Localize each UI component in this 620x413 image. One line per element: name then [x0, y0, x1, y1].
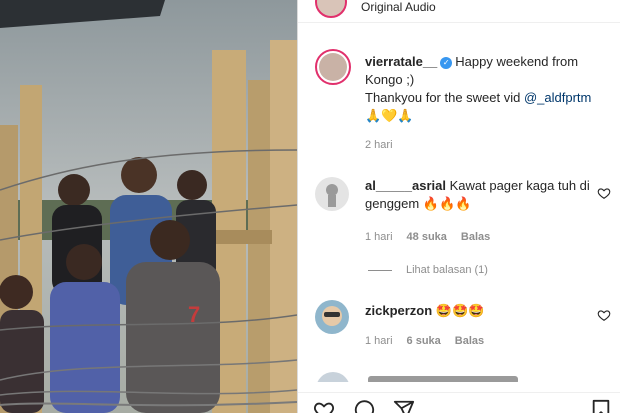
share-icon[interactable]	[393, 399, 415, 413]
caption-emojis: 🙏💛🙏	[365, 108, 414, 123]
heart-icon[interactable]	[313, 399, 335, 413]
comment: zickperzon 🤩🤩🤩	[365, 302, 597, 320]
replies-line	[368, 269, 392, 271]
view-replies[interactable]: Lihat balasan (1)	[368, 264, 488, 276]
heart-icon[interactable]	[597, 308, 611, 322]
view-replies-label[interactable]: Lihat balasan (1)	[406, 264, 488, 276]
next-comment-partial	[316, 372, 616, 382]
comment-icon[interactable]	[353, 399, 375, 413]
comment-likes[interactable]: 6 suka	[407, 335, 441, 347]
comment-username[interactable]: al_____asrial	[365, 178, 446, 193]
caption-text-line2: Thankyou for the sweet vid	[365, 90, 524, 105]
verified-icon: ✓	[440, 56, 453, 69]
caption-mention[interactable]: @_aldfprtm	[524, 90, 591, 105]
comment-avatar[interactable]	[315, 300, 349, 334]
comment-meta: 1 hari 6 suka Balas	[365, 335, 498, 347]
comment: al_____asrial Kawat pager kaga tuh di ge…	[365, 177, 597, 213]
action-bar	[298, 392, 620, 413]
comment-time: 1 hari	[365, 231, 393, 243]
comments-panel: Original Audio vierratale__ ✓ Happy weeken…	[298, 0, 620, 413]
reply-button[interactable]: Balas	[455, 335, 484, 347]
author-avatar[interactable]	[315, 0, 347, 18]
comment-likes[interactable]: 48 suka	[407, 231, 447, 243]
caption-avatar[interactable]	[315, 49, 351, 85]
heart-icon[interactable]	[597, 186, 611, 200]
caption-meta: 2 hari	[365, 139, 407, 151]
audio-label[interactable]: Original Audio	[361, 0, 436, 14]
caption-time: 2 hari	[365, 139, 393, 151]
caption-username[interactable]: vierratale__	[365, 54, 437, 69]
post-photo: 7	[0, 0, 297, 413]
comment-username[interactable]: zickperzon	[365, 303, 432, 318]
comment-time: 1 hari	[365, 335, 393, 347]
comment-avatar[interactable]	[315, 177, 349, 211]
comment-text: 🤩🤩🤩	[435, 303, 485, 318]
post-header: Original Audio	[298, 0, 620, 23]
children-behind-fence-image: 7	[0, 0, 297, 413]
reply-button[interactable]: Balas	[461, 231, 490, 243]
comment-meta: 1 hari 48 suka Balas	[365, 231, 504, 243]
caption: vierratale__ ✓ Happy weekend from Kongo ;)…	[365, 53, 597, 125]
bookmark-icon[interactable]	[590, 399, 612, 413]
